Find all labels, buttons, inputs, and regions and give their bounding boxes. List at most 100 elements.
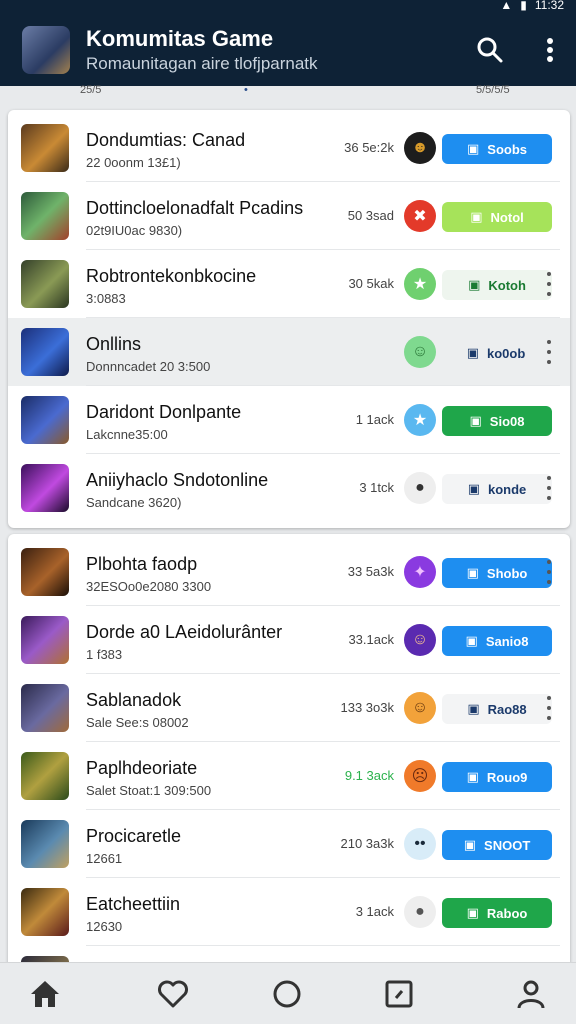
heart-icon[interactable] xyxy=(156,977,190,1011)
more-vert-icon[interactable] xyxy=(544,696,554,720)
angry-face-icon: ☹ xyxy=(404,760,436,792)
action-icon: ▣ xyxy=(466,345,479,360)
game-subtitle: 12630 xyxy=(86,919,123,934)
list-item[interactable]: Dorde a0 LAeidolurânter 1 f383 33.1ack ☺ ▣ Sa… xyxy=(8,606,570,674)
list-item[interactable]: Daridont Donlpante Lakcnne35:00 1 1ack ★ ▣ Si… xyxy=(8,386,570,454)
game-meta: 210 3a3k xyxy=(340,836,395,851)
game-thumbnail xyxy=(21,752,69,800)
join-button[interactable]: ▣ Rao88 xyxy=(442,694,552,724)
list-item[interactable]: Procicaretle 12661 210 3a3k •• ▣ SNOOT xyxy=(8,810,570,878)
join-button[interactable]: ▣ Kotoh xyxy=(442,270,552,300)
game-thumbnail xyxy=(21,464,69,512)
game-meta: 9.1 3ack xyxy=(344,768,394,783)
action-icon: ▣ xyxy=(466,141,480,156)
list-item[interactable]: Eatcheettiin 12630 3 1ack ● ▣ Raboo xyxy=(8,878,570,946)
circle-icon[interactable] xyxy=(270,977,304,1011)
gray-user-icon: ● xyxy=(404,472,436,504)
page-title: Komumitas Game xyxy=(86,26,274,51)
red-alert-icon: ✖ xyxy=(404,200,436,232)
game-meta: 33 5a3k xyxy=(347,564,394,579)
game-subtitle: Salet Stoat:1 309:500 xyxy=(86,783,212,798)
game-meta: 3 1tck xyxy=(359,480,394,495)
gray-blob-icon: ● xyxy=(404,896,436,928)
action-label: Sio08 xyxy=(489,413,525,429)
game-subtitle: 3:0883 xyxy=(86,291,126,306)
strip-right: 5/5/5/5 xyxy=(476,84,510,96)
purple-orb-icon: ✦ xyxy=(404,556,436,588)
action-label: ko0ob xyxy=(487,345,526,361)
game-meta: 50 3sad xyxy=(347,208,394,223)
game-name: Daridont Donlpante xyxy=(86,402,242,422)
join-button[interactable]: ▣ Soobs xyxy=(442,134,552,164)
action-label: Rouo9 xyxy=(486,769,528,785)
game-thumbnail xyxy=(21,684,69,732)
game-thumbnail xyxy=(21,192,69,240)
game-thumbnail xyxy=(21,260,69,308)
game-name: Sablanadok xyxy=(86,690,182,710)
more-vert-icon[interactable] xyxy=(544,560,554,584)
join-button[interactable]: ▣ SNOOT xyxy=(442,830,552,860)
battery-icon: ▮ xyxy=(520,0,527,12)
list-item[interactable]: Robtrontekonbkocine 3:0883 30 5kak ★ ▣ Kotoh xyxy=(8,250,570,318)
game-meta: 3 1ack xyxy=(355,904,394,919)
game-name: Paplhdeoriate xyxy=(86,758,198,778)
join-button[interactable]: ▣ ko0ob xyxy=(448,338,544,368)
action-label: Notol xyxy=(490,209,524,225)
signal-icon: ▲ xyxy=(500,0,513,12)
list-item[interactable]: Dondumtias: Canad 22 0oonm 13£1) 36 5e:2k ☻… xyxy=(8,114,570,182)
strip-mark: • xyxy=(244,84,248,96)
blue-star-icon: ★ xyxy=(404,404,436,436)
action-label: Sanio8 xyxy=(485,633,529,649)
game-thumbnail xyxy=(21,548,69,596)
action-icon: ▣ xyxy=(470,209,483,224)
game-subtitle: 12661 xyxy=(86,851,123,866)
join-button[interactable]: ▣ Notol xyxy=(442,202,552,232)
green-star-icon: ★ xyxy=(404,268,436,300)
game-subtitle: 32ESOo0e2080 3300 xyxy=(86,579,212,594)
action-label: SNOOT xyxy=(484,837,531,853)
more-vert-icon[interactable] xyxy=(544,340,554,364)
more-vert-icon[interactable] xyxy=(544,272,554,296)
eyes-icon: •• xyxy=(404,828,436,860)
game-subtitle: Lakcnne35:00 xyxy=(86,427,168,442)
action-icon: ▣ xyxy=(466,905,479,920)
game-subtitle: 1 f383 xyxy=(86,647,123,662)
game-meta: 36 5e:2k xyxy=(344,140,394,155)
list-item[interactable]: Aniiyhaclo Sndotonline Sandcane 3620) 3 1t… xyxy=(8,454,570,522)
join-button[interactable]: ▣ Shobo xyxy=(442,558,552,588)
community-card-2: Plbohta faodp 32ESOo0e2080 3300 33 5a3k ✦ ▣ S… xyxy=(8,534,570,974)
join-button[interactable]: ▣ konde xyxy=(442,474,552,504)
sub-strip: 25/5 • 5/5/5/5 xyxy=(0,84,576,102)
strip-left: 25/5 xyxy=(80,84,102,96)
list-item[interactable]: Onllins Donnncadet 20 3:500 ☺ ▣ ko0ob xyxy=(8,318,570,386)
game-thumbnail xyxy=(21,820,69,868)
community-card-1: Dondumtias: Canad 22 0oonm 13£1) 36 5e:2k ☻… xyxy=(8,110,570,528)
join-button[interactable]: ▣ Sanio8 xyxy=(442,626,552,656)
list-item[interactable]: Dottincloelonadfalt Pcadins 02t9IU0ac 983… xyxy=(8,182,570,250)
search-icon[interactable] xyxy=(474,34,506,66)
join-button[interactable]: ▣ Raboo xyxy=(442,898,552,928)
game-thumbnail xyxy=(21,888,69,936)
game-name: Robtrontekonbkocine xyxy=(86,266,257,286)
action-icon: ▣ xyxy=(467,481,480,496)
list-item[interactable]: Plbohta faodp 32ESOo0e2080 3300 33 5a3k ✦ ▣ S… xyxy=(8,538,570,606)
profile-icon[interactable] xyxy=(514,977,548,1011)
game-thumbnail xyxy=(21,396,69,444)
action-icon: ▣ xyxy=(466,565,479,580)
join-button[interactable]: ▣ Sio08 xyxy=(442,406,552,436)
game-meta: 33.1ack xyxy=(348,632,394,647)
more-vert-icon[interactable] xyxy=(544,476,554,500)
page-subtitle: Romaunitagan aire tlofjparnatk xyxy=(86,54,318,73)
smile-face-icon: ☺ xyxy=(404,692,436,724)
join-button[interactable]: ▣ Rouo9 xyxy=(442,762,552,792)
list-item[interactable]: Sablanadok Sale See:s 08002 133 3o3k ☺ ▣ Rao8… xyxy=(8,674,570,742)
more-vert-icon[interactable] xyxy=(534,34,566,66)
home-icon[interactable] xyxy=(28,977,62,1011)
action-label: Raboo xyxy=(486,905,528,921)
action-label: Kotoh xyxy=(488,277,526,293)
tablet-icon[interactable] xyxy=(382,977,416,1011)
list-item[interactable]: Paplhdeoriate Salet Stoat:1 309:500 9.1 3a… xyxy=(8,742,570,810)
game-subtitle: 02t9IU0ac 9830) xyxy=(86,223,183,238)
green-face-icon: ☺ xyxy=(404,336,436,368)
action-icon: ▣ xyxy=(467,701,480,716)
